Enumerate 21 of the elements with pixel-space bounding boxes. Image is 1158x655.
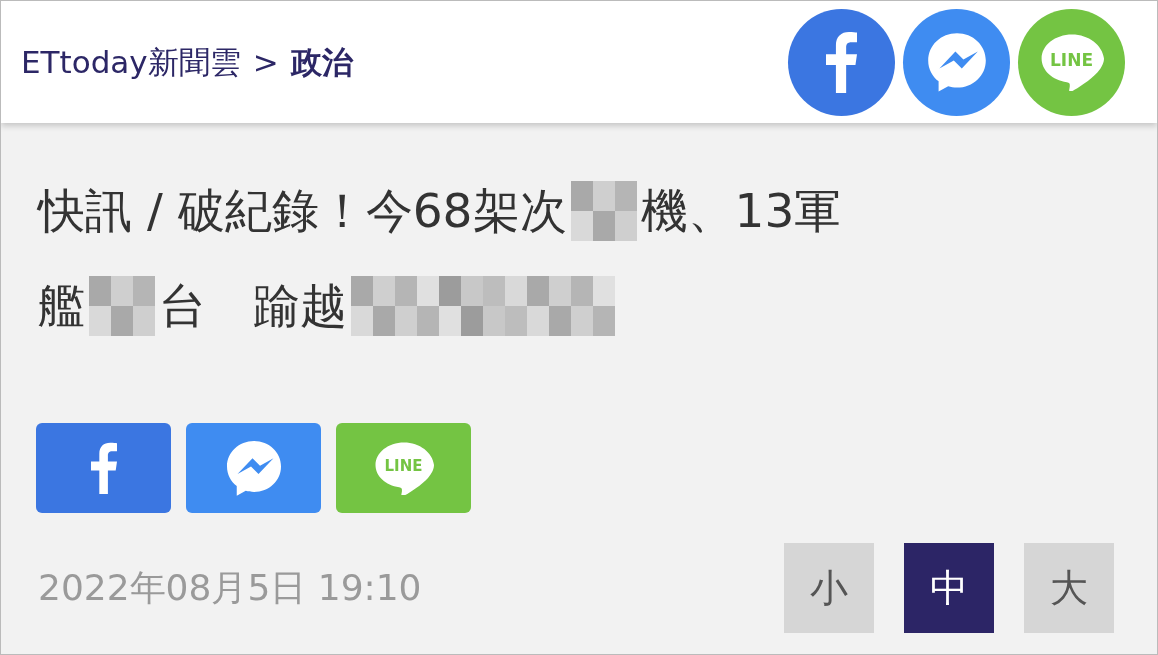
pixelated-redaction [89,275,155,336]
font-size-button[interactable]: 中 [904,543,994,633]
line-logo-text: LINE [1050,51,1093,69]
breadcrumb-separator: > [252,42,279,82]
section-link[interactable]: 政治 [290,38,353,86]
facebook-icon [90,442,117,494]
title-text: 機、13軍 [640,182,842,240]
font-size-button[interactable]: 小 [784,543,874,633]
title-text: 快訊 / 破紀錄！今68架次 [38,182,567,240]
line-logo-text: LINE [384,458,423,474]
publish-date: 2022年08月5日 19:10 [38,566,422,610]
pixelated-redaction [570,180,637,241]
speech-bubble-icon [1039,33,1104,91]
speech-bubble-icon [373,441,434,495]
title-text: 艦 [38,277,85,335]
site-link[interactable]: ETtoday新聞雲 [21,38,241,86]
title-text: 台 踰越 [159,277,347,335]
font-size-button[interactable]: 大 [1024,543,1114,633]
facebook-icon [826,31,857,93]
share-button[interactable] [186,423,321,513]
share-button[interactable] [36,423,171,513]
